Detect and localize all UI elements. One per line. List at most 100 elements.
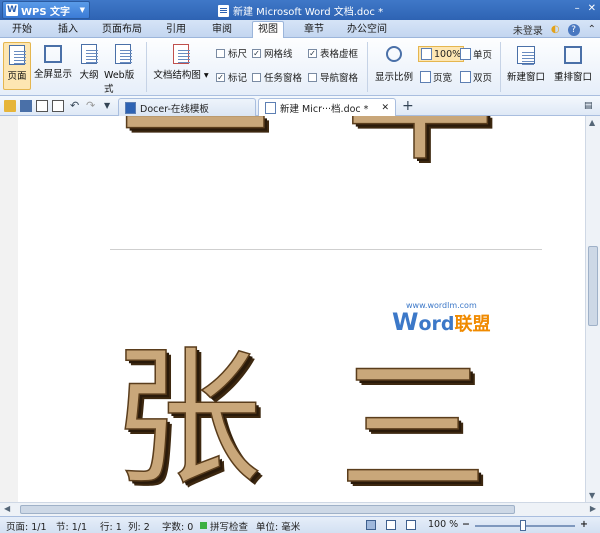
divider — [367, 42, 368, 92]
task-pane-checkbox[interactable]: 任务窗格 — [252, 70, 302, 84]
scroll-up-icon[interactable]: ▲ — [589, 118, 595, 127]
window-title-text: 新建 Microsoft Word 文档.doc * — [233, 7, 384, 18]
document-page[interactable] — [18, 116, 585, 502]
document-canvas[interactable]: 一 华 张 三 www.wordlm.com Word联盟 — [0, 116, 585, 502]
gridlines-checkbox[interactable]: ✓ 网格线 — [252, 46, 293, 60]
quick-access-bar: ↶ ↷ ▼ Docer-在线模板 新建 Micr···档.doc * ✕ + ▤ — [0, 96, 600, 116]
spell-check-icon — [200, 522, 207, 529]
horizontal-scroll-thumb[interactable] — [20, 505, 515, 514]
open-icon[interactable] — [4, 100, 16, 112]
save-icon[interactable] — [20, 100, 32, 112]
new-window-button[interactable]: 新建窗口 — [505, 42, 547, 83]
app-menu-button[interactable]: W WPS 文字 ▼ — [2, 1, 90, 19]
window-title: 新建 Microsoft Word 文档.doc * — [218, 3, 383, 18]
doc-tab-current[interactable]: 新建 Micr···档.doc * ✕ — [258, 98, 396, 116]
marks-checkbox[interactable]: ✓ 标记 — [216, 70, 247, 84]
nav-pane-checkbox[interactable]: 导航窗格 — [308, 70, 358, 84]
double-page-button[interactable]: 双页 — [460, 70, 492, 84]
scroll-right-icon[interactable]: ▶ — [590, 504, 596, 513]
web-view-status-icon[interactable] — [406, 520, 416, 530]
divider — [146, 42, 147, 92]
tab-chapter[interactable]: 章节 — [300, 22, 328, 38]
horizontal-scrollbar[interactable]: ◀ ▶ — [0, 502, 600, 516]
outline-view-status-icon[interactable] — [386, 520, 396, 530]
watermark-wordmark: Word 联盟 — [392, 308, 491, 336]
tab-list-icon[interactable]: ▤ — [584, 100, 596, 112]
rearrange-window-label: 重排窗口 — [553, 72, 592, 83]
new-tab-icon[interactable]: + — [402, 99, 414, 113]
fullscreen-button[interactable]: 全屏显示 — [34, 42, 72, 80]
zoom-out-button[interactable]: − — [462, 519, 470, 530]
login-link[interactable]: 未登录 — [513, 22, 543, 37]
status-column: 列: 2 — [128, 522, 150, 533]
doc-tab-label: Docer-在线模板 — [140, 103, 209, 115]
word-doc-icon — [265, 101, 276, 114]
status-section: 节: 1/1 — [56, 522, 88, 533]
doc-structure-button[interactable]: 文档结构图 ▾ — [152, 42, 210, 81]
tab-reference[interactable]: 引用 — [162, 22, 190, 38]
zoom-in-button[interactable]: + — [580, 519, 588, 530]
tab-home[interactable]: 开始 — [8, 22, 36, 38]
redo-icon[interactable]: ↷ — [86, 100, 98, 112]
help-icon[interactable]: ? — [567, 23, 580, 36]
sync-icon[interactable]: ◐ — [551, 24, 560, 35]
app-name: WPS 文字 — [21, 6, 71, 18]
divider — [500, 42, 501, 92]
print-icon[interactable] — [36, 100, 48, 112]
rearrange-window-button[interactable]: 重排窗口 — [552, 42, 594, 83]
zoom-100-icon — [421, 48, 432, 60]
zoom-slider-knob[interactable] — [520, 520, 526, 531]
page-width-icon — [420, 71, 431, 83]
new-window-icon — [517, 46, 535, 64]
rearrange-window-icon — [564, 46, 582, 64]
outline-button[interactable]: 大纲 — [76, 42, 102, 81]
scroll-left-icon[interactable]: ◀ — [4, 504, 10, 513]
new-window-label: 新建窗口 — [506, 72, 545, 83]
page-width-button[interactable]: 页宽 — [420, 70, 452, 84]
zoom-ratio-button[interactable]: 显示比例 — [372, 42, 416, 83]
zoom-100-button[interactable]: 100% — [418, 46, 465, 62]
print-preview-icon[interactable] — [52, 100, 64, 112]
status-bar: 页面: 1/1 节: 1/1 行: 1 列: 2 字数: 0 拼写检查 单位: … — [0, 516, 600, 533]
status-word-count: 字数: 0 — [162, 522, 194, 533]
table-grid-checkbox[interactable]: ✓ 表格虚框 — [308, 46, 358, 60]
scroll-down-icon[interactable]: ▼ — [589, 491, 595, 500]
undo-icon[interactable]: ↶ — [70, 100, 82, 112]
title-bar: W WPS 文字 ▼ 新建 Microsoft Word 文档.doc * – … — [0, 0, 600, 20]
minimize-button[interactable]: – — [575, 3, 580, 14]
double-page-icon — [460, 71, 471, 83]
close-tab-icon[interactable]: ✕ — [381, 103, 389, 113]
text-char: 华 — [344, 116, 496, 171]
vertical-scroll-thumb[interactable] — [588, 246, 598, 326]
document-icon — [218, 4, 229, 17]
tab-insert[interactable]: 插入 — [54, 22, 82, 38]
page-view-status-icon[interactable] — [366, 520, 376, 530]
watermark-logo: www.wordlm.com Word 联盟 — [392, 301, 491, 334]
text-char: 张 — [111, 332, 263, 502]
customize-arrow-icon[interactable]: ▼ — [104, 100, 116, 112]
single-page-button[interactable]: 单页 — [460, 47, 492, 61]
web-layout-button[interactable]: Web版式 — [104, 42, 142, 95]
outline-label: 大纲 — [79, 70, 99, 81]
close-button[interactable]: ✕ — [588, 3, 596, 14]
page-view-button[interactable]: 页面 — [3, 42, 31, 90]
zoom-slider[interactable] — [475, 520, 575, 531]
watermark-url: www.wordlm.com — [406, 301, 477, 310]
single-page-icon — [460, 48, 471, 60]
doc-tab-docer[interactable]: Docer-在线模板 — [118, 98, 256, 116]
tab-layout[interactable]: 页面布局 — [100, 22, 144, 38]
collapse-ribbon-icon[interactable]: ⌃ — [588, 24, 596, 35]
docer-icon — [125, 101, 136, 114]
fullscreen-icon — [44, 45, 62, 63]
doc-structure-icon — [173, 44, 190, 64]
tab-review[interactable]: 审阅 — [208, 22, 236, 38]
web-layout-label: Web版式 — [104, 70, 135, 95]
tab-office-space[interactable]: 办公空间 — [344, 22, 390, 38]
tab-view[interactable]: 视图 — [252, 21, 284, 39]
zoom-level: 100 % — [428, 519, 459, 530]
ruler-checkbox[interactable]: 标尺 — [216, 46, 247, 60]
status-page: 页面: 1/1 — [6, 522, 47, 533]
vertical-scrollbar[interactable]: ▲ ▼ — [585, 116, 600, 502]
chevron-down-icon: ▼ — [79, 6, 85, 14]
spell-check-button[interactable]: 拼写检查 — [210, 519, 248, 533]
